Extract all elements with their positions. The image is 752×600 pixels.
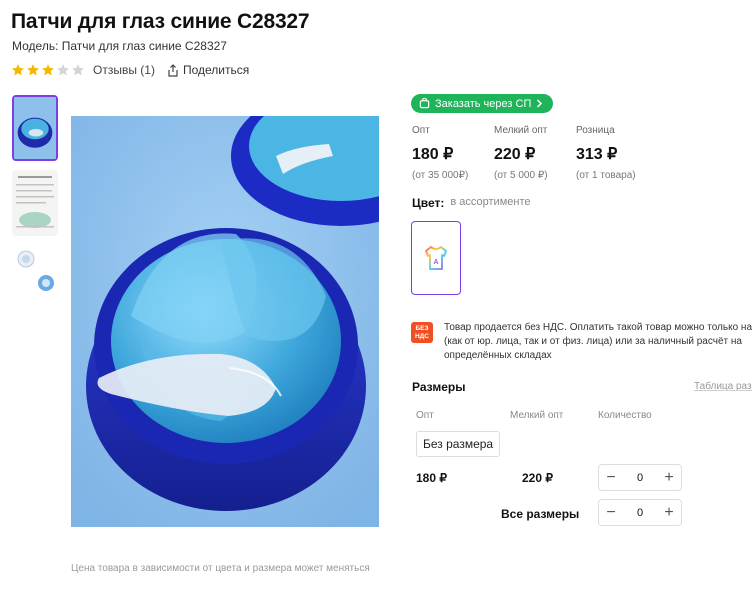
quantity-stepper: − 0 +	[598, 464, 682, 491]
tshirt-multicolor-icon: A	[425, 246, 447, 270]
order-sp-button[interactable]: Заказать через СП	[411, 94, 554, 113]
chevron-right-icon	[537, 99, 543, 108]
price-tier-note: (от 1 товара)	[576, 170, 636, 181]
price-tier-opt: Опт 180 ₽ (от 35 000₽)	[412, 125, 494, 181]
share-label: Поделиться	[182, 63, 250, 77]
price-note: Цена товара в зависимости от цвета и раз…	[71, 563, 370, 574]
order-sp-label: Заказать через СП	[435, 97, 532, 110]
all-sizes-stepper: − 0 +	[598, 499, 682, 526]
color-label: Цвет:	[412, 196, 445, 210]
col-header-opt: Опт	[416, 410, 434, 421]
price-tier-value: 180 ₽	[412, 146, 454, 163]
star-icon	[27, 64, 39, 76]
row-price-opt: 180 ₽	[416, 471, 447, 485]
thumbnail-2[interactable]	[12, 170, 58, 236]
product-main-image[interactable]	[71, 116, 379, 527]
product-title: Патчи для глаз синие C28327	[11, 10, 310, 33]
price-tier-value: 220 ₽	[494, 146, 536, 163]
minus-button[interactable]: −	[599, 465, 623, 490]
thumbnail-list	[12, 95, 60, 320]
star-empty-icon	[57, 64, 69, 76]
rating-stars	[11, 63, 85, 77]
quantity-value[interactable]: 0	[625, 472, 655, 484]
star-icon	[12, 64, 24, 76]
no-vat-badge: БЕЗ НДС	[411, 322, 433, 343]
price-tier-note: (от 5 000 ₽)	[494, 170, 548, 181]
price-tiers: Опт 180 ₽ (от 35 000₽) Мелкий опт 220 ₽ …	[412, 125, 658, 181]
vat-notice: Товар продается без НДС. Оплатить такой …	[444, 322, 752, 361]
price-tier-note: (от 35 000₽)	[412, 170, 469, 181]
col-header-qty: Количество	[598, 410, 652, 421]
star-icon	[42, 64, 54, 76]
col-header-small-opt: Мелкий опт	[510, 410, 564, 421]
color-row: Цвет: в ассортименте	[412, 196, 530, 210]
thumbnail-1[interactable]	[12, 95, 58, 161]
product-model: Модель: Патчи для глаз синие C28327	[12, 39, 227, 53]
price-tier-label: Розница	[576, 125, 615, 136]
color-value: в ассортименте	[450, 196, 531, 208]
plus-button[interactable]: +	[657, 465, 681, 490]
minus-button[interactable]: −	[599, 500, 623, 525]
reviews-link[interactable]: Отзывы (1)	[93, 63, 155, 77]
all-sizes-quantity-value[interactable]: 0	[625, 507, 655, 519]
share-icon	[168, 63, 178, 77]
sizes-title: Размеры	[412, 380, 466, 394]
size-chip-no-size[interactable]: Без размера	[416, 431, 501, 457]
cart-icon	[419, 98, 430, 109]
star-empty-icon	[72, 64, 84, 76]
row-price-small-opt: 220 ₽	[522, 471, 553, 485]
rating-row: Отзывы (1) Поделиться	[11, 63, 249, 77]
color-option-assorted[interactable]: A	[411, 221, 461, 295]
all-sizes-label: Все размеры	[501, 507, 580, 521]
size-table-link[interactable]: Таблица разм	[694, 381, 752, 392]
svg-text:A: A	[433, 259, 438, 266]
price-tier-value: 313 ₽	[576, 146, 618, 163]
price-tier-label: Опт	[412, 125, 430, 136]
price-tier-small-opt: Мелкий опт 220 ₽ (от 5 000 ₽)	[494, 125, 576, 181]
price-tier-retail: Розница 313 ₽ (от 1 товара)	[576, 125, 658, 181]
price-tier-label: Мелкий опт	[494, 125, 548, 136]
share-button[interactable]: Поделиться	[167, 63, 249, 77]
thumbnail-3[interactable]	[12, 245, 58, 311]
plus-button[interactable]: +	[657, 500, 681, 525]
